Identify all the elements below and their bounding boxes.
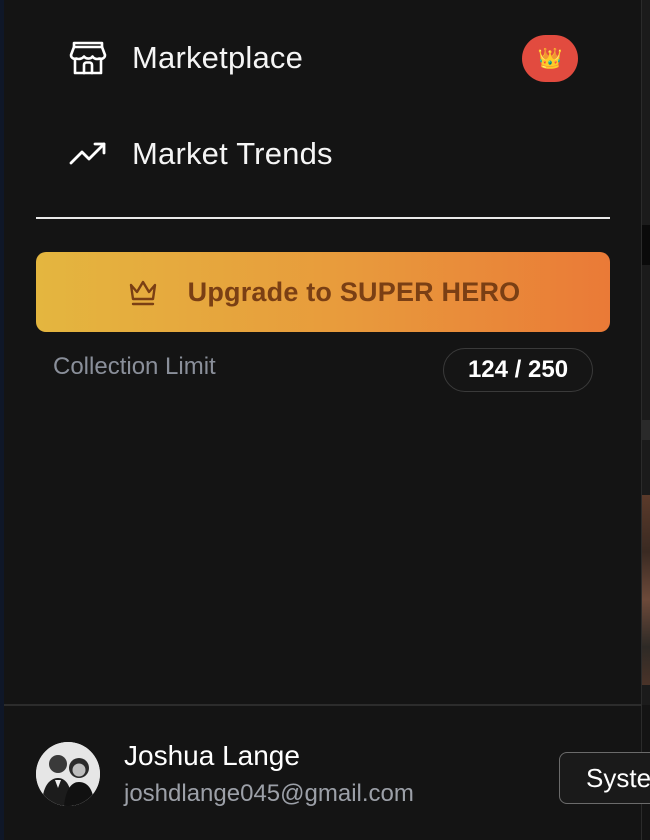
avatar[interactable] <box>36 742 100 806</box>
app-page: Marketplace 👑 Market Trends Upgrade to S… <box>0 0 650 840</box>
upgrade-label: Upgrade to SUPER HERO <box>187 276 521 307</box>
background-content-strip <box>642 0 650 840</box>
system-button-label: System <box>586 762 650 793</box>
sidebar-border <box>641 0 642 840</box>
storefront-icon <box>60 38 116 78</box>
collection-limit-label: Collection Limit <box>53 353 216 380</box>
crown-outline-icon <box>126 275 160 309</box>
left-edge <box>0 0 4 840</box>
crown-emoji-icon: 👑 <box>537 48 563 70</box>
sidebar-divider <box>36 217 610 219</box>
collection-limit-count: 124 / 250 <box>443 348 593 392</box>
trending-up-icon <box>60 134 116 174</box>
sidebar-item-label: Marketplace <box>132 40 304 75</box>
sidebar-item-market-trends[interactable]: Market Trends <box>60 126 590 182</box>
premium-crown-badge: 👑 <box>522 35 578 82</box>
system-theme-button[interactable]: System <box>559 752 650 804</box>
sidebar-item-label: Market Trends <box>132 136 333 171</box>
user-email: joshdlange045@gmail.com <box>124 780 414 807</box>
sidebar-item-marketplace[interactable]: Marketplace <box>60 30 590 86</box>
footer-divider <box>4 704 642 706</box>
user-name: Joshua Lange <box>124 740 300 771</box>
upgrade-button[interactable]: Upgrade to SUPER HERO <box>36 252 610 332</box>
